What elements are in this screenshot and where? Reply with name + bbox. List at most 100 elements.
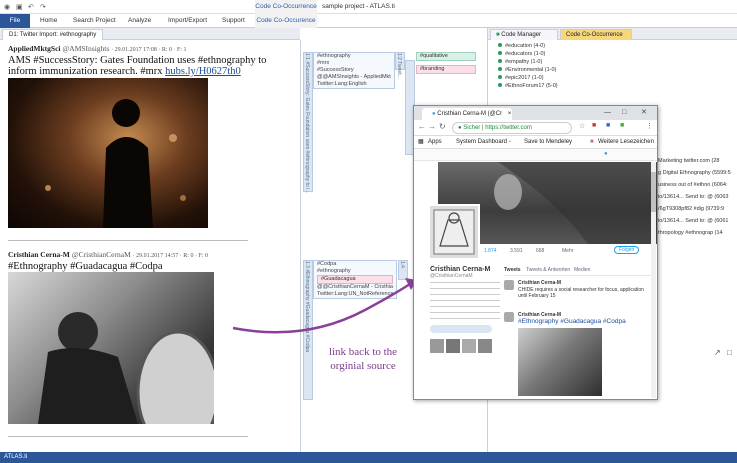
tab-support[interactable]: Support (222, 14, 245, 28)
code-mrx[interactable]: #mrx (317, 60, 391, 67)
pane-separator[interactable] (300, 40, 301, 452)
code-row[interactable]: #empathy (1-0) (498, 58, 542, 66)
extension-icon[interactable]: ■ (592, 122, 596, 129)
star-icon[interactable]: ☆ (579, 122, 585, 130)
tab-tweets[interactable]: Tweets (504, 267, 521, 273)
bookmarks-bar: ▦ Apps System Dashboard - Save to Mendel… (414, 136, 657, 149)
list-item[interactable]: ng Digital Ethnography (5599:5 (655, 167, 737, 179)
profile-avatar[interactable] (428, 204, 480, 260)
post-divider (8, 240, 248, 241)
browser-tab-close-icon[interactable]: × (508, 111, 512, 117)
stat-tweets[interactable]: 1.874 (484, 248, 497, 254)
browser-tab[interactable]: ● Cristhian Cerna-M (@Cr × (422, 108, 512, 120)
quotation-bar-1b[interactable]: 1:2 Tweet... (395, 52, 405, 79)
list-item[interactable]: o/6gT9308pf82 #dig (9739:9 (655, 203, 737, 215)
tweet-avatar (504, 312, 514, 322)
quotation-bar-1[interactable]: 1:1 #SuccessStory: Gates Foundation uses… (303, 52, 313, 194)
tweet-2-image[interactable] (518, 328, 602, 396)
post-1-header: AppliedMktgSci @AMSInsights · 29.01.2017… (8, 44, 298, 53)
tab-search-project[interactable]: Search Project (73, 14, 116, 28)
tab-file[interactable]: File (0, 14, 30, 28)
browser-tab-strip: ● Cristhian Cerna-M (@Cr × — □ ✕ (414, 106, 657, 120)
browser-tab-title: Cristhian Cerna-M (@Cr (437, 111, 503, 117)
browser-window: ● Cristhian Cerna-M (@Cr × — □ ✕ ← → ↻ ●… (413, 105, 658, 400)
tab-code-co-occurrence[interactable]: Code Co-Occurrence × (560, 29, 632, 48)
extension-icon[interactable]: ■ (620, 122, 624, 129)
tab-code-manager[interactable]: ■ Code Manager (490, 29, 558, 40)
post-1-link[interactable]: hubs.ly/H0627th0 (165, 66, 241, 77)
thumbnail[interactable] (446, 339, 460, 353)
document-tab[interactable]: D1: Twitter Import: #ethnography (2, 29, 104, 40)
media-thumbnails (430, 339, 500, 353)
bookmark-more[interactable]: Weitere Lesezeichen (598, 136, 654, 149)
tweet-2[interactable]: Cristhian Cerna-M #Ethnography #Guadacag… (504, 312, 654, 398)
tab-tweets-replies[interactable]: Tweets & Antworten (526, 267, 570, 273)
code-codpa[interactable]: #Codpa (317, 261, 393, 268)
thumbnail[interactable] (462, 339, 476, 353)
save-icon[interactable]: ▣ (16, 3, 23, 11)
stat-more[interactable]: Mehr (562, 248, 573, 254)
twitter-bird-icon: ● (432, 111, 436, 117)
code-row[interactable]: #educators (1-0) (498, 50, 545, 58)
lock-icon: ● (458, 125, 462, 131)
quotation-1-codes[interactable]: #ethnography #mrx #SuccessStory @@AMSIns… (313, 52, 395, 89)
thumbnail[interactable] (478, 339, 492, 353)
annotation-text: link back to the orginial source (328, 346, 398, 372)
code-amsinsights[interactable]: @@AMSInsights - AppliedMkt... (317, 74, 391, 81)
code-row[interactable]: #epic2017 (1-0) (498, 74, 544, 82)
profile-stats: 1.874 3.591 668 Mehr Folgen (484, 246, 656, 260)
tab-media[interactable]: Medien (574, 267, 590, 273)
back-icon[interactable]: ← (418, 122, 426, 131)
maximize-icon[interactable]: □ (622, 106, 626, 120)
code-qualitative[interactable]: #qualitative (416, 52, 476, 61)
url-text: Sicher | https://twitter.com (463, 125, 532, 131)
tab-code-co-occurence[interactable]: Code Co-Occurence (255, 14, 317, 28)
tab-home[interactable]: Home (40, 14, 57, 28)
post-1-handle: @AMSInsights (62, 44, 110, 53)
stat-following[interactable]: 3.591 (510, 248, 523, 254)
code-row[interactable]: #EthnoForum17 (5-0) (498, 82, 558, 90)
post-2-author: Cristhian Cerna-M (8, 250, 70, 259)
tab-import-export[interactable]: Import/Export (168, 14, 207, 28)
expand-icon[interactable]: □ (727, 348, 732, 357)
minimize-icon[interactable]: — (604, 106, 611, 120)
reload-icon[interactable]: ↻ (439, 122, 446, 131)
browser-scrollbar[interactable] (651, 162, 656, 398)
redo-icon[interactable]: ↷ (40, 3, 46, 11)
extension-icon[interactable]: ■ (606, 122, 610, 129)
bookmark-system-dashboard[interactable]: System Dashboard - (456, 136, 511, 149)
code-successstory[interactable]: #SuccessStory (317, 67, 391, 74)
post-2: Cristhian Cerna-M @CristhianCernaM · 29.… (8, 250, 298, 272)
code-lang-english[interactable]: Twitter:Lang:English (317, 81, 391, 88)
bookmark-apps[interactable]: Apps (428, 136, 442, 149)
list-item[interactable]: dio/13614... Send to: @ (6063 (655, 191, 737, 203)
bookmark-mendeley[interactable]: Save to Mendeley (524, 136, 572, 149)
tweet-to-button[interactable] (430, 325, 492, 333)
quotation-bar-1b-label: 1:2 Tweet... (396, 53, 402, 79)
code-manager-list: #education (4-0) #educators (1-0) #empat… (488, 40, 737, 105)
list-item[interactable]: dio/13614... Send to: @ (6061 (655, 215, 737, 227)
stat-followers[interactable]: 668 (536, 248, 544, 254)
follow-button[interactable]: Folgen (614, 246, 640, 254)
code-ethnography[interactable]: #ethnography (317, 53, 391, 60)
url-input[interactable]: ● Sicher | https://twitter.com (452, 122, 572, 134)
menu-icon[interactable]: ⋮ (646, 122, 653, 130)
code-row[interactable]: #education (4-0) (498, 42, 545, 50)
scrollbar-thumb[interactable] (651, 172, 656, 212)
tab-analyze[interactable]: Analyze (128, 14, 151, 28)
forward-icon[interactable]: → (428, 122, 436, 131)
post-2-meta: · 29.01.2017 14:57 · R: 0 · F: 0 (132, 253, 208, 259)
quotation-list: #Marketing twitter.com (28 ng Digital Et… (655, 155, 737, 239)
tweet-1[interactable]: Cristhian Cerna-M CHIDE requires a socia… (504, 280, 654, 314)
list-item[interactable]: #Marketing twitter.com (28 (655, 155, 737, 167)
quotation-bar-1-label: 1:1 #SuccessStory: Gates Foundation uses… (304, 53, 310, 194)
close-window-icon[interactable]: ✕ (641, 106, 647, 120)
thumbnail[interactable] (430, 339, 444, 353)
list-item[interactable]: business out of #ethno (6064: (655, 179, 737, 191)
list-item[interactable]: nthropology #ethnograp (14 (655, 227, 737, 239)
apps-icon[interactable]: ▦ (418, 136, 424, 149)
code-branding[interactable]: #branding (416, 65, 476, 74)
code-row[interactable]: #Environmental (1-0) (498, 66, 556, 74)
undo-icon[interactable]: ↶ (28, 3, 34, 11)
export-icon[interactable]: ↗ (714, 348, 721, 357)
